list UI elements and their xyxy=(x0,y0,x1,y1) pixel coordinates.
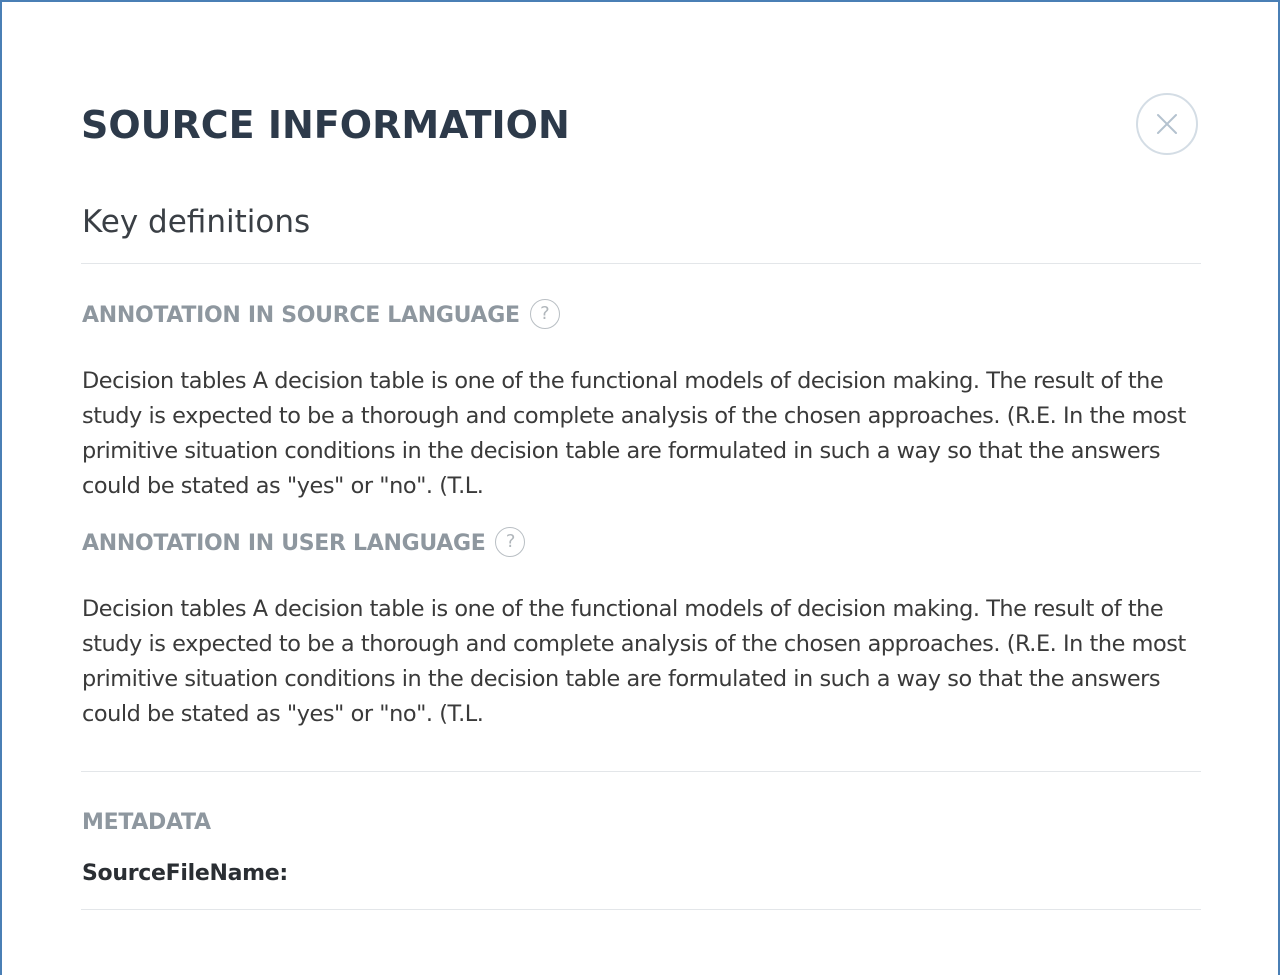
annotation-source-heading: ANNOTATION IN SOURCE LANGUAGE? xyxy=(82,299,560,331)
divider-bottom xyxy=(81,909,1201,910)
close-button[interactable] xyxy=(1136,93,1198,155)
divider-top xyxy=(81,263,1201,264)
annotation-source-text: Decision tables A decision table is one … xyxy=(82,368,1186,499)
source-file-name-key: SourceFileName: xyxy=(82,861,288,886)
annotation-user-heading: ANNOTATION IN USER LANGUAGE? xyxy=(82,527,526,559)
divider-middle xyxy=(81,771,1201,772)
source-information-modal: SOURCE INFORMATION Key definitions ANNOT… xyxy=(0,0,1280,975)
help-icon[interactable]: ? xyxy=(495,527,526,557)
metadata-label: METADATA xyxy=(82,810,211,835)
modal-title: SOURCE INFORMATION xyxy=(81,103,570,147)
annotation-source-label: ANNOTATION IN SOURCE LANGUAGE xyxy=(82,303,520,328)
annotation-user-label: ANNOTATION IN USER LANGUAGE xyxy=(82,531,486,556)
close-icon xyxy=(1157,114,1177,134)
help-icon[interactable]: ? xyxy=(529,299,560,329)
section-subtitle: Key definitions xyxy=(82,204,311,240)
annotation-user-text: Decision tables A decision table is one … xyxy=(82,596,1186,727)
